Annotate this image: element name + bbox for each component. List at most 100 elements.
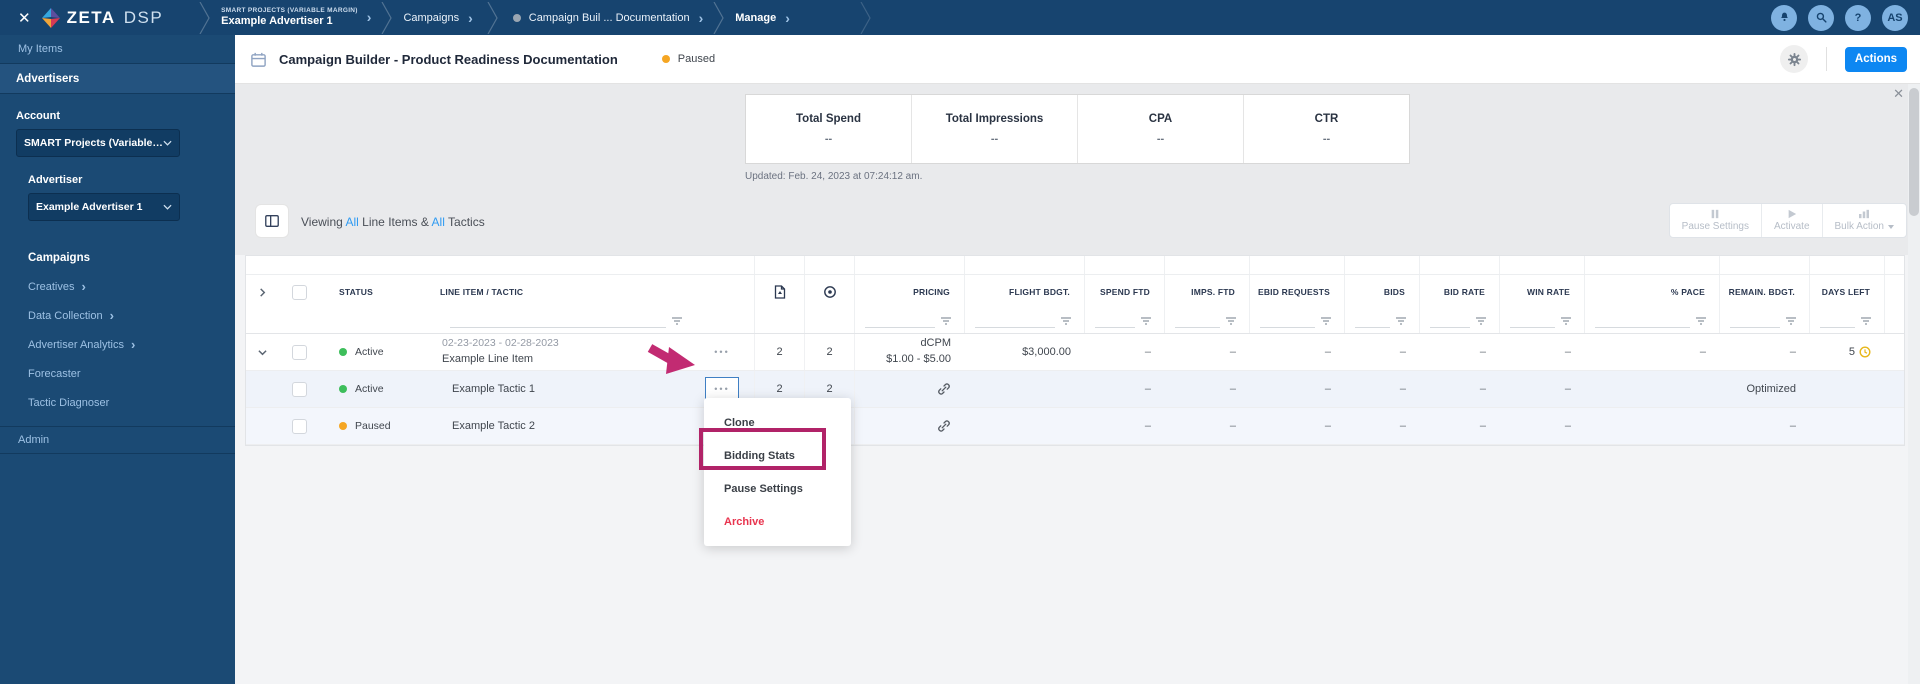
sidebar-item-data-collection[interactable]: Data Collection ›: [28, 301, 235, 330]
expand-all-chevron[interactable]: [258, 287, 267, 297]
filter-icon[interactable]: [671, 316, 683, 326]
tactic-diagnoser-label: Tactic Diagnoser: [28, 396, 110, 409]
collapse-row-chevron[interactable]: [258, 348, 267, 357]
row-checkbox[interactable]: [292, 381, 307, 397]
spend-ftd-value: –: [1144, 420, 1151, 432]
filter-icon[interactable]: [1560, 316, 1572, 326]
filter-icon[interactable]: [1060, 316, 1072, 326]
column-header-spend-ftd[interactable]: SPEND FTD: [1085, 275, 1165, 309]
filter-input-spend-ftd[interactable]: [1095, 315, 1135, 328]
menu-item-archive[interactable]: Archive: [704, 505, 851, 538]
sidebar-item-advertiser-analytics[interactable]: Advertiser Analytics ›: [28, 330, 235, 359]
column-header-days-left[interactable]: DAYS LEFT: [1810, 275, 1885, 309]
user-avatar[interactable]: AS: [1882, 4, 1908, 31]
all-tactics-link[interactable]: All: [432, 215, 445, 229]
filter-input-pricing[interactable]: [865, 315, 935, 328]
menu-item-clone[interactable]: Clone: [704, 406, 851, 439]
filter-icon[interactable]: [1395, 316, 1407, 326]
filter-input-win-rate[interactable]: [1510, 315, 1555, 328]
column-header-flight-budget[interactable]: FLIGHT BDGT.: [965, 275, 1085, 309]
actions-button[interactable]: Actions: [1845, 46, 1907, 72]
column-header-docs[interactable]: [755, 275, 805, 309]
column-header-remaining-budget[interactable]: REMAIN. BDGT.: [1720, 275, 1810, 309]
filter-icon[interactable]: [1140, 316, 1152, 326]
line-item-name[interactable]: Example Line Item: [442, 352, 559, 368]
advertisers-label: Advertisers: [16, 72, 80, 85]
sidebar-item-admin[interactable]: Admin: [0, 427, 235, 454]
sidebar-item-tactic-diagnoser[interactable]: Tactic Diagnoser: [28, 388, 235, 417]
column-header-win-rate[interactable]: WIN RATE: [1500, 275, 1585, 309]
sidebar-item-campaigns[interactable]: Campaigns: [28, 243, 235, 272]
close-icon[interactable]: ✕: [18, 9, 31, 27]
filter-input-imps-ftd[interactable]: [1175, 315, 1220, 328]
tactic-name[interactable]: Example Tactic 2: [452, 420, 535, 432]
account-select[interactable]: SMART Projects (Variable Margin): [16, 129, 180, 157]
sidebar-item-advertisers[interactable]: Advertisers: [0, 64, 235, 94]
table-row-tactic-2[interactable]: Paused Example Tactic 2 – – – – – – –: [246, 408, 1904, 445]
help-button[interactable]: ?: [1845, 4, 1871, 31]
filter-input-bids[interactable]: [1355, 315, 1390, 328]
filter-icon[interactable]: [1320, 316, 1332, 326]
row-actions-menu-button[interactable]: •••: [705, 340, 739, 364]
column-header-imps-ftd[interactable]: IMPS. FTD: [1165, 275, 1250, 309]
filter-icon[interactable]: [1225, 316, 1237, 326]
sidebar-item-creatives[interactable]: Creatives ›: [28, 272, 235, 301]
filter-input-ebid-requests[interactable]: [1260, 315, 1315, 328]
filter-input-line-item[interactable]: [450, 315, 666, 328]
column-header-bids[interactable]: BIDS: [1345, 275, 1420, 309]
chevron-right-icon[interactable]: ›: [699, 11, 704, 25]
filter-icon[interactable]: [1785, 316, 1797, 326]
breadcrumb-campaigns[interactable]: Campaigns ›: [403, 11, 472, 25]
row-checkbox[interactable]: [292, 418, 307, 434]
close-summary-icon[interactable]: ✕: [1893, 86, 1904, 102]
filter-icon[interactable]: [1860, 316, 1872, 326]
column-header-pricing[interactable]: PRICING: [855, 275, 965, 309]
pause-settings-button[interactable]: Pause Settings: [1670, 204, 1762, 237]
filter-input-remaining-budget[interactable]: [1730, 315, 1780, 328]
menu-item-bidding-stats[interactable]: Bidding Stats: [704, 439, 851, 472]
breadcrumb-advertiser-name: Example Advertiser 1: [221, 14, 333, 27]
breadcrumb-campaign[interactable]: Campaign Buil ... Documentation ›: [512, 11, 704, 25]
column-header-pace[interactable]: % PACE: [1585, 275, 1720, 309]
scrollbar-thumb[interactable]: [1909, 88, 1919, 216]
filter-input-bid-rate[interactable]: [1430, 315, 1470, 328]
settings-button[interactable]: [1780, 45, 1808, 73]
all-line-items-link[interactable]: All: [345, 215, 358, 229]
filter-icon[interactable]: [1695, 316, 1707, 326]
breadcrumb-advertiser[interactable]: SMART PROJECTS (VARIABLE MARGIN) Example…: [221, 7, 371, 28]
bulk-action-button[interactable]: Bulk Action: [1823, 204, 1906, 237]
search-icon: [1816, 12, 1827, 23]
column-settings-button[interactable]: [255, 204, 289, 238]
filter-icon[interactable]: [1475, 316, 1487, 326]
row-checkbox[interactable]: [292, 344, 307, 360]
row-context-menu: Clone Bidding Stats Pause Settings Archi…: [704, 398, 851, 546]
columns-icon: [265, 215, 279, 227]
column-header-targets[interactable]: [805, 275, 855, 309]
column-header-line-item[interactable]: LINE ITEM / TACTIC: [440, 275, 695, 309]
breadcrumb-manage[interactable]: Manage ›: [735, 11, 790, 25]
filter-input-days-left[interactable]: [1820, 315, 1855, 328]
column-header-status[interactable]: STATUS: [325, 275, 440, 309]
filter-icon[interactable]: [940, 316, 952, 326]
filter-input-pace[interactable]: [1595, 315, 1690, 328]
chevron-right-icon[interactable]: ›: [785, 11, 790, 25]
search-button[interactable]: [1808, 4, 1834, 31]
notifications-button[interactable]: [1771, 4, 1797, 31]
column-header-bid-rate[interactable]: BID RATE: [1420, 275, 1500, 309]
advertiser-select[interactable]: Example Advertiser 1: [28, 193, 180, 221]
chevron-right-icon[interactable]: ›: [468, 11, 473, 25]
menu-item-pause-settings[interactable]: Pause Settings: [704, 472, 851, 505]
column-header-ebid-requests[interactable]: EBID REQUESTS: [1250, 275, 1345, 309]
table-row-line-item[interactable]: Active 02-23-2023 - 02-28-2023 Example Li…: [246, 334, 1904, 371]
select-all-checkbox[interactable]: [292, 284, 307, 300]
sidebar-item-forecaster[interactable]: Forecaster: [28, 359, 235, 388]
zeta-dsp-logo[interactable]: ZETA DSP: [41, 7, 164, 28]
activate-button[interactable]: Activate: [1762, 204, 1823, 237]
chevron-right-icon[interactable]: ›: [367, 10, 372, 24]
paused-status-dot: [339, 422, 347, 430]
sidebar-item-my-items[interactable]: My Items: [0, 35, 235, 64]
table-row-tactic-1[interactable]: Active Example Tactic 1 ••• 2 2 – – – – …: [246, 371, 1904, 408]
filter-input-flight-budget[interactable]: [975, 315, 1055, 328]
stat-label: Total Impressions: [945, 113, 1044, 125]
tactic-name[interactable]: Example Tactic 1: [452, 383, 535, 395]
